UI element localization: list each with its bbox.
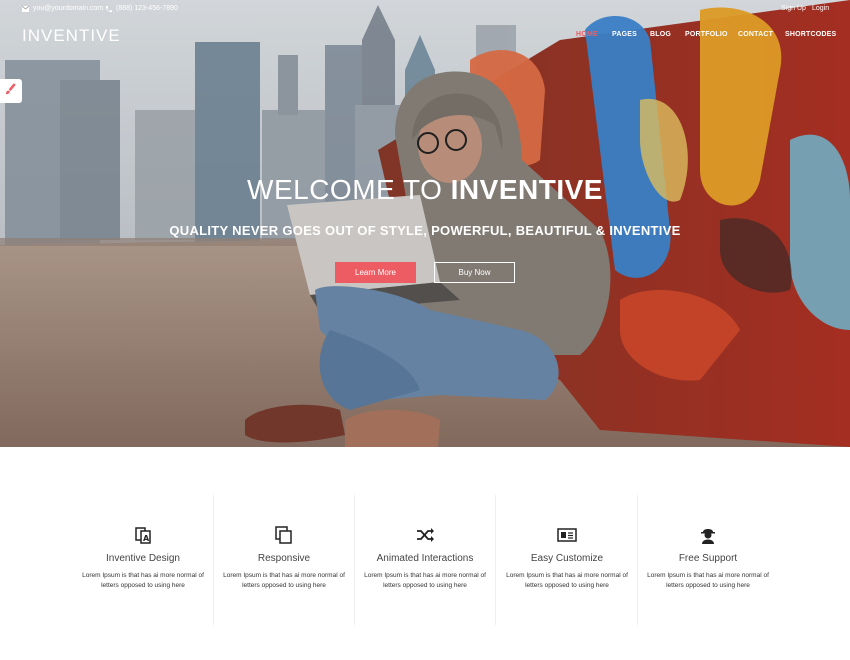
top-email[interactable]: you@yourdomain.com <box>21 5 104 12</box>
feature-card: Free Support Lorem Ipsum is that has ai … <box>637 495 779 625</box>
feature-card: Easy Customize Lorem Ipsum is that has a… <box>496 495 638 625</box>
responsive-icon <box>274 525 294 545</box>
feature-description: Lorem Ipsum is that has ai more normal o… <box>223 572 345 589</box>
hero-subtitle: QUALITY NEVER GOES OUT OF STYLE, POWERFU… <box>169 223 681 238</box>
feature-card: Responsive Lorem Ipsum is that has ai mo… <box>213 495 355 625</box>
feature-title: Responsive <box>257 553 311 564</box>
nav-item-shortcodes[interactable]: SHORTCODES <box>785 31 836 38</box>
top-phone-text: (888) 123-456-7890 <box>116 5 178 12</box>
feature-description: Lorem Ipsum is that has ai more normal o… <box>364 572 486 589</box>
support-icon <box>698 525 718 545</box>
hero-section: you@yourdomain.com (888) 123-456-7890 Si… <box>0 0 850 447</box>
nav-item-blog[interactable]: BLOG <box>650 31 671 38</box>
style-switcher-toggle[interactable] <box>0 79 22 103</box>
feature-title: Animated Interactions <box>376 553 474 564</box>
hero-title-bold: INVENTIVE <box>450 174 603 205</box>
nav-item-pages[interactable]: PAGES <box>612 31 637 38</box>
hero-title: WELCOME TO INVENTIVE <box>0 174 850 206</box>
phone-icon <box>105 5 112 12</box>
nav-item-contact[interactable]: CONTACT <box>738 31 773 38</box>
feature-description: Lorem Ipsum is that has ai more normal o… <box>647 572 769 589</box>
feature-title: Inventive Design <box>106 553 180 564</box>
learn-more-button[interactable]: Learn More <box>335 262 416 283</box>
signup-link[interactable]: Sign Up <box>781 5 806 12</box>
feature-card: A Inventive Design Lorem Ipsum is that h… <box>72 495 214 625</box>
paint-brush-icon <box>5 82 17 100</box>
top-email-text: you@yourdomain.com <box>33 5 104 12</box>
top-phone[interactable]: (888) 123-456-7890 <box>105 5 178 12</box>
login-link[interactable]: Login <box>812 5 829 12</box>
feature-title: Easy Customize <box>530 553 604 564</box>
feature-description: Lorem Ipsum is that has ai more normal o… <box>506 572 628 589</box>
newspaper-icon <box>557 525 577 545</box>
top-bar: you@yourdomain.com (888) 123-456-7890 Si… <box>0 0 850 20</box>
feature-title: Free Support <box>678 553 738 564</box>
design-icon: A <box>133 525 153 545</box>
feature-card: Animated Interactions Lorem Ipsum is tha… <box>354 495 496 625</box>
feature-description: Lorem Ipsum is that has ai more normal o… <box>82 572 204 589</box>
nav-item-portfolio[interactable]: PORTFOLIO <box>685 31 728 38</box>
shuffle-icon <box>415 525 435 545</box>
buy-now-button[interactable]: Buy Now <box>434 262 515 283</box>
nav-item-home[interactable]: HOME <box>576 31 598 38</box>
svg-text:A: A <box>143 534 150 543</box>
hero-title-light: WELCOME TO <box>247 174 443 205</box>
features-section: A Inventive Design Lorem Ipsum is that h… <box>0 495 850 625</box>
main-nav: HOME PAGES BLOG PORTFOLIO CONTACT SHORTC… <box>0 31 850 43</box>
envelope-icon <box>21 5 30 12</box>
